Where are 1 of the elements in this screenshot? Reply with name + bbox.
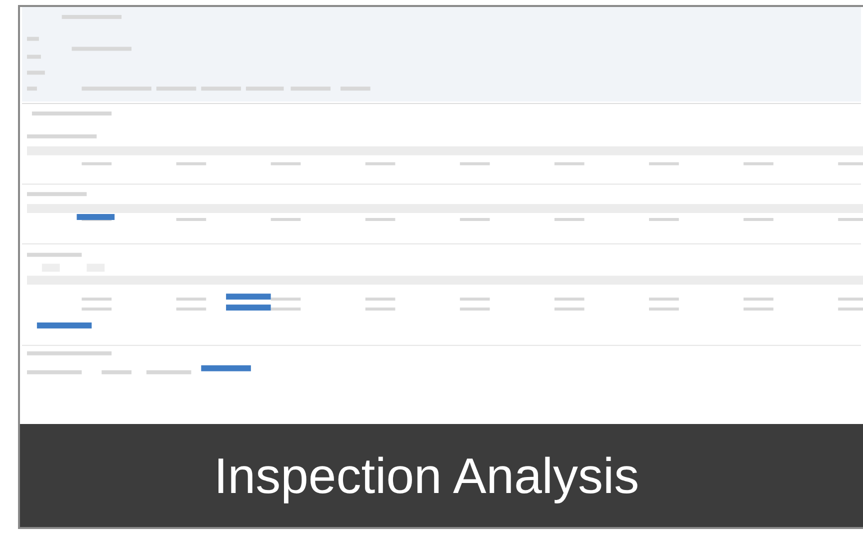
caption-title: Inspection Analysis (20, 424, 863, 527)
